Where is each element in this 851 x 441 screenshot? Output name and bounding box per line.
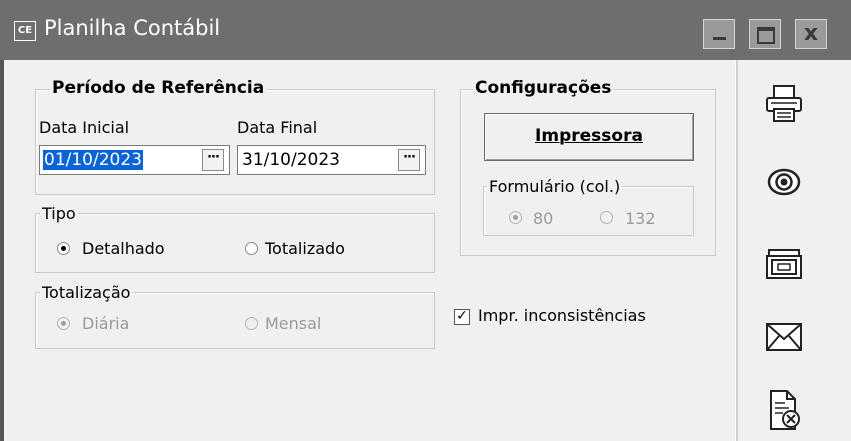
formulario-80-radio[interactable] — [509, 211, 522, 224]
totalizacao-diaria-radio[interactable] — [57, 317, 70, 330]
app-icon: CE — [14, 21, 36, 41]
tipo-title: Tipo — [40, 204, 78, 223]
data-inicial-field[interactable]: 01/10/2023 ··· — [39, 145, 230, 175]
minimize-button[interactable] — [703, 19, 735, 49]
close-icon: x — [803, 21, 819, 46]
sidebar-separator — [735, 60, 738, 441]
window-title: Planilha Contábil — [44, 16, 221, 40]
tipo-detalhado-label[interactable]: Detalhado — [82, 239, 165, 258]
impressora-button[interactable]: Impressora — [484, 113, 694, 161]
data-final-field[interactable]: 31/10/2023 ··· — [237, 145, 426, 175]
file-cabinet-icon — [766, 249, 802, 279]
title-bar[interactable]: CE Planilha Contábil x — [0, 0, 851, 60]
configuracoes-title: Configurações — [473, 78, 614, 98]
data-inicial-value[interactable]: 01/10/2023 — [43, 150, 143, 170]
totalizacao-mensal-label[interactable]: Mensal — [265, 314, 321, 333]
email-button[interactable] — [763, 316, 805, 356]
preview-eye-icon — [767, 168, 801, 196]
formulario-132-label[interactable]: 132 — [625, 209, 656, 228]
cancel-document-icon — [770, 390, 800, 430]
totalizacao-title: Totalização — [40, 283, 133, 302]
impr-inconsistencias-checkbox[interactable]: ✓ — [454, 309, 470, 325]
formulario-80-label[interactable]: 80 — [533, 209, 553, 228]
maximize-icon — [757, 27, 775, 44]
cancel-document-button[interactable] — [763, 389, 805, 430]
periodo-title: Período de Referência — [50, 78, 267, 98]
tipo-totalizado-radio[interactable] — [245, 242, 258, 255]
data-inicial-label: Data Inicial — [39, 118, 130, 137]
printer-icon — [766, 85, 802, 122]
print-button[interactable] — [763, 83, 805, 123]
impr-inconsistencias-label[interactable]: Impr. inconsistências — [478, 306, 646, 325]
formulario-title: Formulário (col.) — [487, 177, 623, 196]
data-inicial-picker-button[interactable]: ··· — [202, 149, 224, 171]
minimize-icon — [713, 37, 726, 40]
tipo-totalizado-label[interactable]: Totalizado — [265, 239, 345, 258]
maximize-button[interactable] — [749, 19, 781, 49]
data-final-picker-button[interactable]: ··· — [398, 149, 420, 171]
envelope-icon — [766, 323, 802, 351]
impressora-button-label: Impressora — [535, 126, 643, 146]
formulario-132-radio[interactable] — [600, 211, 613, 224]
planilha-contabil-window: CE Planilha Contábil x Período de Referê… — [0, 0, 851, 441]
totalizacao-diaria-label[interactable]: Diária — [82, 314, 129, 333]
data-final-label: Data Final — [237, 118, 318, 137]
window-left-edge — [0, 60, 4, 441]
file-cabinet-button[interactable] — [763, 244, 805, 284]
tipo-detalhado-radio[interactable] — [57, 242, 70, 255]
periodo-groupbox: Período de Referência — [35, 78, 435, 195]
totalizacao-mensal-radio[interactable] — [245, 317, 258, 330]
preview-button[interactable] — [763, 162, 805, 202]
data-final-value[interactable]: 31/10/2023 — [242, 150, 340, 170]
close-button[interactable]: x — [795, 19, 827, 49]
